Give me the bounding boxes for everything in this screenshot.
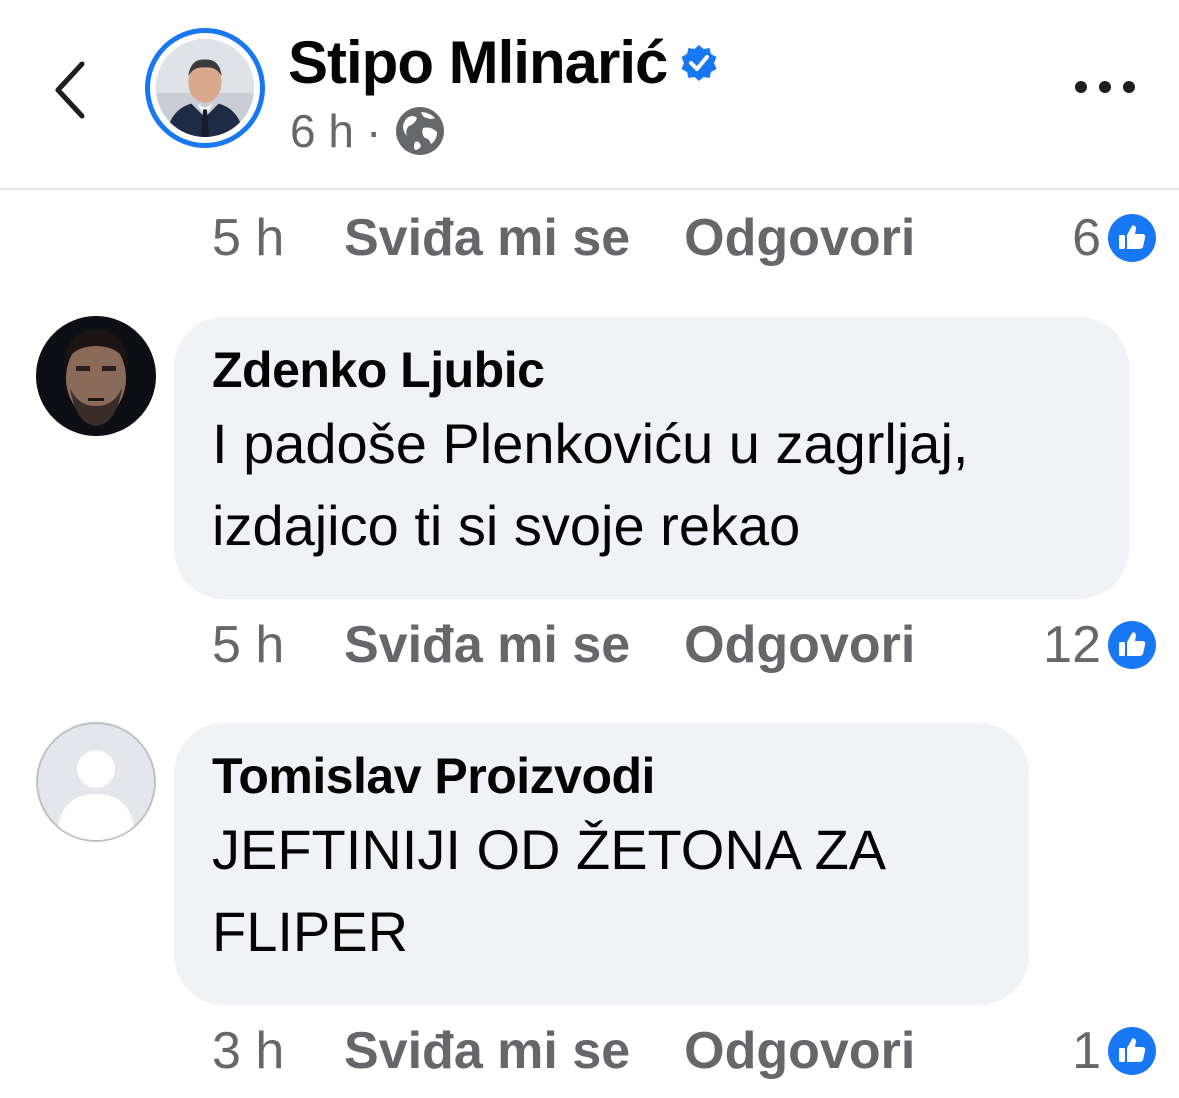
commenter-photo [36,316,156,436]
like-icon [1108,621,1156,669]
reaction-count: 1 [1072,1022,1101,1080]
meta-separator: · [365,105,382,157]
comment-bubble[interactable]: Zdenko Ljubic I padoše Plenkoviću u zagr… [174,317,1129,599]
post-time[interactable]: 6 h [290,104,354,158]
reaction-count: 12 [1043,616,1101,674]
reply-button[interactable]: Odgovori [684,208,915,268]
reactions-summary[interactable]: 1 [1072,1021,1157,1081]
reply-button[interactable]: Odgovori [684,615,915,675]
reactions-summary[interactable]: 6 [1072,208,1157,268]
author-name[interactable]: Stipo Mlinarić [288,28,668,97]
more-dot [1123,81,1135,93]
comment-actions: 5 h Sviđa mi se Odgovori 12 [212,610,1157,680]
chevron-left-icon [55,61,85,119]
comment-time[interactable]: 3 h [212,1021,344,1081]
like-icon [1108,1027,1156,1075]
default-avatar-icon [36,722,156,842]
reaction-count: 6 [1072,209,1101,267]
comment-text: JEFTINIJI OD ŽETONA ZA FLIPER [212,818,884,963]
post-header: Stipo Mlinarić 6 h · [0,0,1179,190]
author-avatar[interactable] [145,28,265,148]
like-button[interactable]: Sviđa mi se [344,615,630,675]
post-meta: 6 h · [290,104,447,158]
more-dot [1075,81,1087,93]
commenter-avatar[interactable] [36,722,156,842]
verified-badge-icon [681,44,717,81]
more-dot [1099,81,1111,93]
more-options-button[interactable] [1075,72,1135,102]
comment-actions: 3 h Sviđa mi se Odgovori 1 [212,1016,1157,1086]
like-icon [1108,214,1156,262]
like-button[interactable]: Sviđa mi se [344,1021,630,1081]
author-photo [156,39,254,137]
comment-time[interactable]: 5 h [212,615,344,675]
reactions-summary[interactable]: 12 [1043,615,1157,675]
comment-text: I padoše Plenkoviću u zagrljaj, izdajico… [212,412,969,557]
globe-icon[interactable] [393,104,447,158]
commenter-name[interactable]: Zdenko Ljubic [212,341,1091,399]
author-name-row[interactable]: Stipo Mlinarić [288,28,719,97]
comment-time[interactable]: 5 h [212,208,344,268]
comment-actions: 5 h Sviđa mi se Odgovori 6 [212,203,1157,273]
back-button[interactable] [40,50,100,130]
comment-bubble[interactable]: Tomislav Proizvodi JEFTINIJI OD ŽETONA Z… [174,723,1029,1005]
reply-button[interactable]: Odgovori [684,1021,915,1081]
like-button[interactable]: Sviđa mi se [344,208,630,268]
commenter-name[interactable]: Tomislav Proizvodi [212,747,991,805]
commenter-avatar[interactable] [36,316,156,436]
